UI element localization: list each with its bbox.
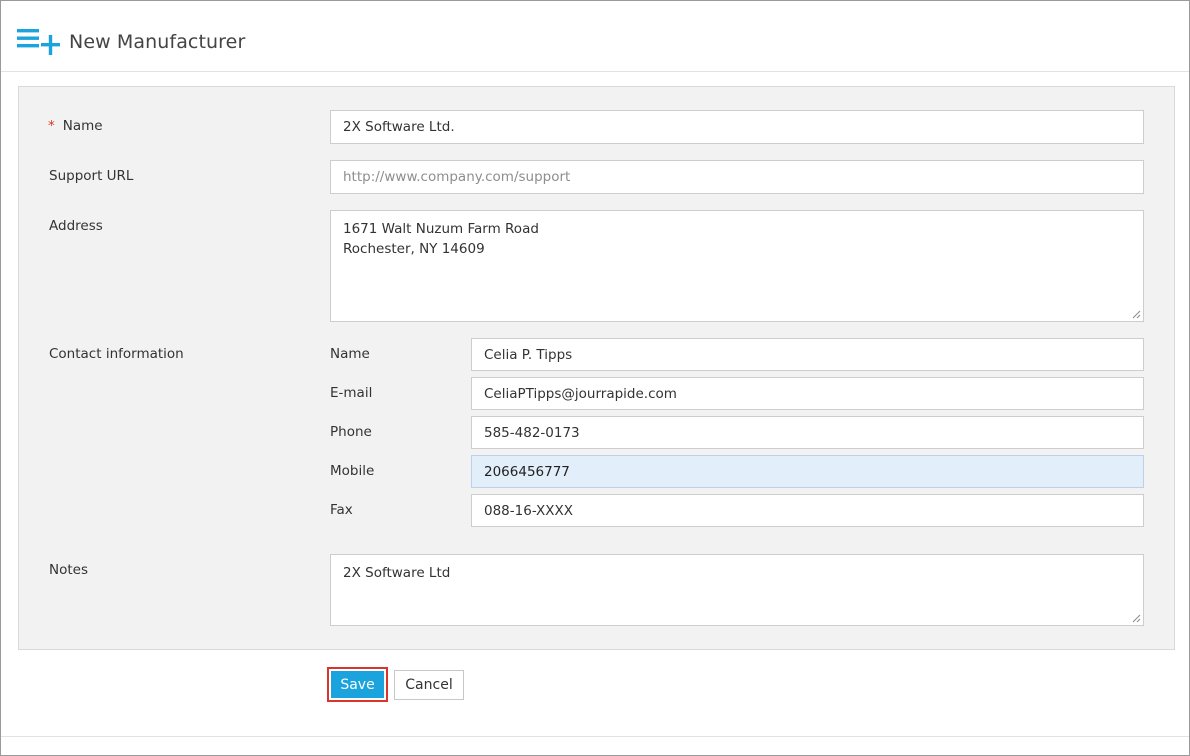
mobile-label: Mobile	[330, 463, 375, 479]
fax-label: Fax	[330, 502, 353, 518]
mobile-input[interactable]: 2066456777	[471, 455, 1144, 488]
address-line-2: Rochester, NY 14609	[343, 241, 485, 257]
footer-divider	[1, 736, 1189, 737]
support-url-label: Support URL	[49, 168, 134, 184]
list-add-icon	[17, 29, 60, 55]
notes-textarea[interactable]: 2X Software Ltd	[330, 554, 1144, 626]
notes-text: 2X Software Ltd	[343, 565, 451, 581]
name-label: * Name	[48, 118, 103, 134]
resize-grip-icon[interactable]	[1132, 614, 1141, 623]
address-textarea[interactable]: 1671 Walt Nuzum Farm Road Rochester, NY …	[330, 210, 1144, 322]
cancel-button[interactable]: Cancel	[394, 670, 464, 700]
page-header: New Manufacturer	[17, 25, 245, 59]
window: New Manufacturer * Name 2X Software Ltd. …	[0, 0, 1190, 756]
save-button-label: Save	[331, 671, 384, 698]
required-marker: *	[48, 118, 55, 134]
header-divider	[1, 71, 1189, 72]
address-label: Address	[49, 218, 103, 234]
contact-information-label: Contact information	[49, 346, 184, 362]
save-button[interactable]: Save	[327, 667, 388, 702]
address-line-1: 1671 Walt Nuzum Farm Road	[343, 221, 539, 237]
name-input[interactable]: 2X Software Ltd.	[330, 110, 1144, 144]
fax-input[interactable]: 088-16-XXXX	[471, 494, 1144, 527]
contact-name-label: Name	[330, 346, 370, 362]
resize-grip-icon[interactable]	[1132, 310, 1141, 319]
phone-label: Phone	[330, 424, 372, 440]
email-input[interactable]: CeliaPTipps@jourrapide.com	[471, 377, 1144, 410]
phone-input[interactable]: 585-482-0173	[471, 416, 1144, 449]
notes-label: Notes	[49, 562, 88, 578]
email-label: E-mail	[330, 385, 373, 401]
contact-name-input[interactable]: Celia P. Tipps	[471, 338, 1144, 371]
name-label-text: Name	[62, 118, 103, 134]
page-title: New Manufacturer	[69, 31, 246, 53]
support-url-input[interactable]: http://www.company.com/support	[330, 160, 1144, 194]
